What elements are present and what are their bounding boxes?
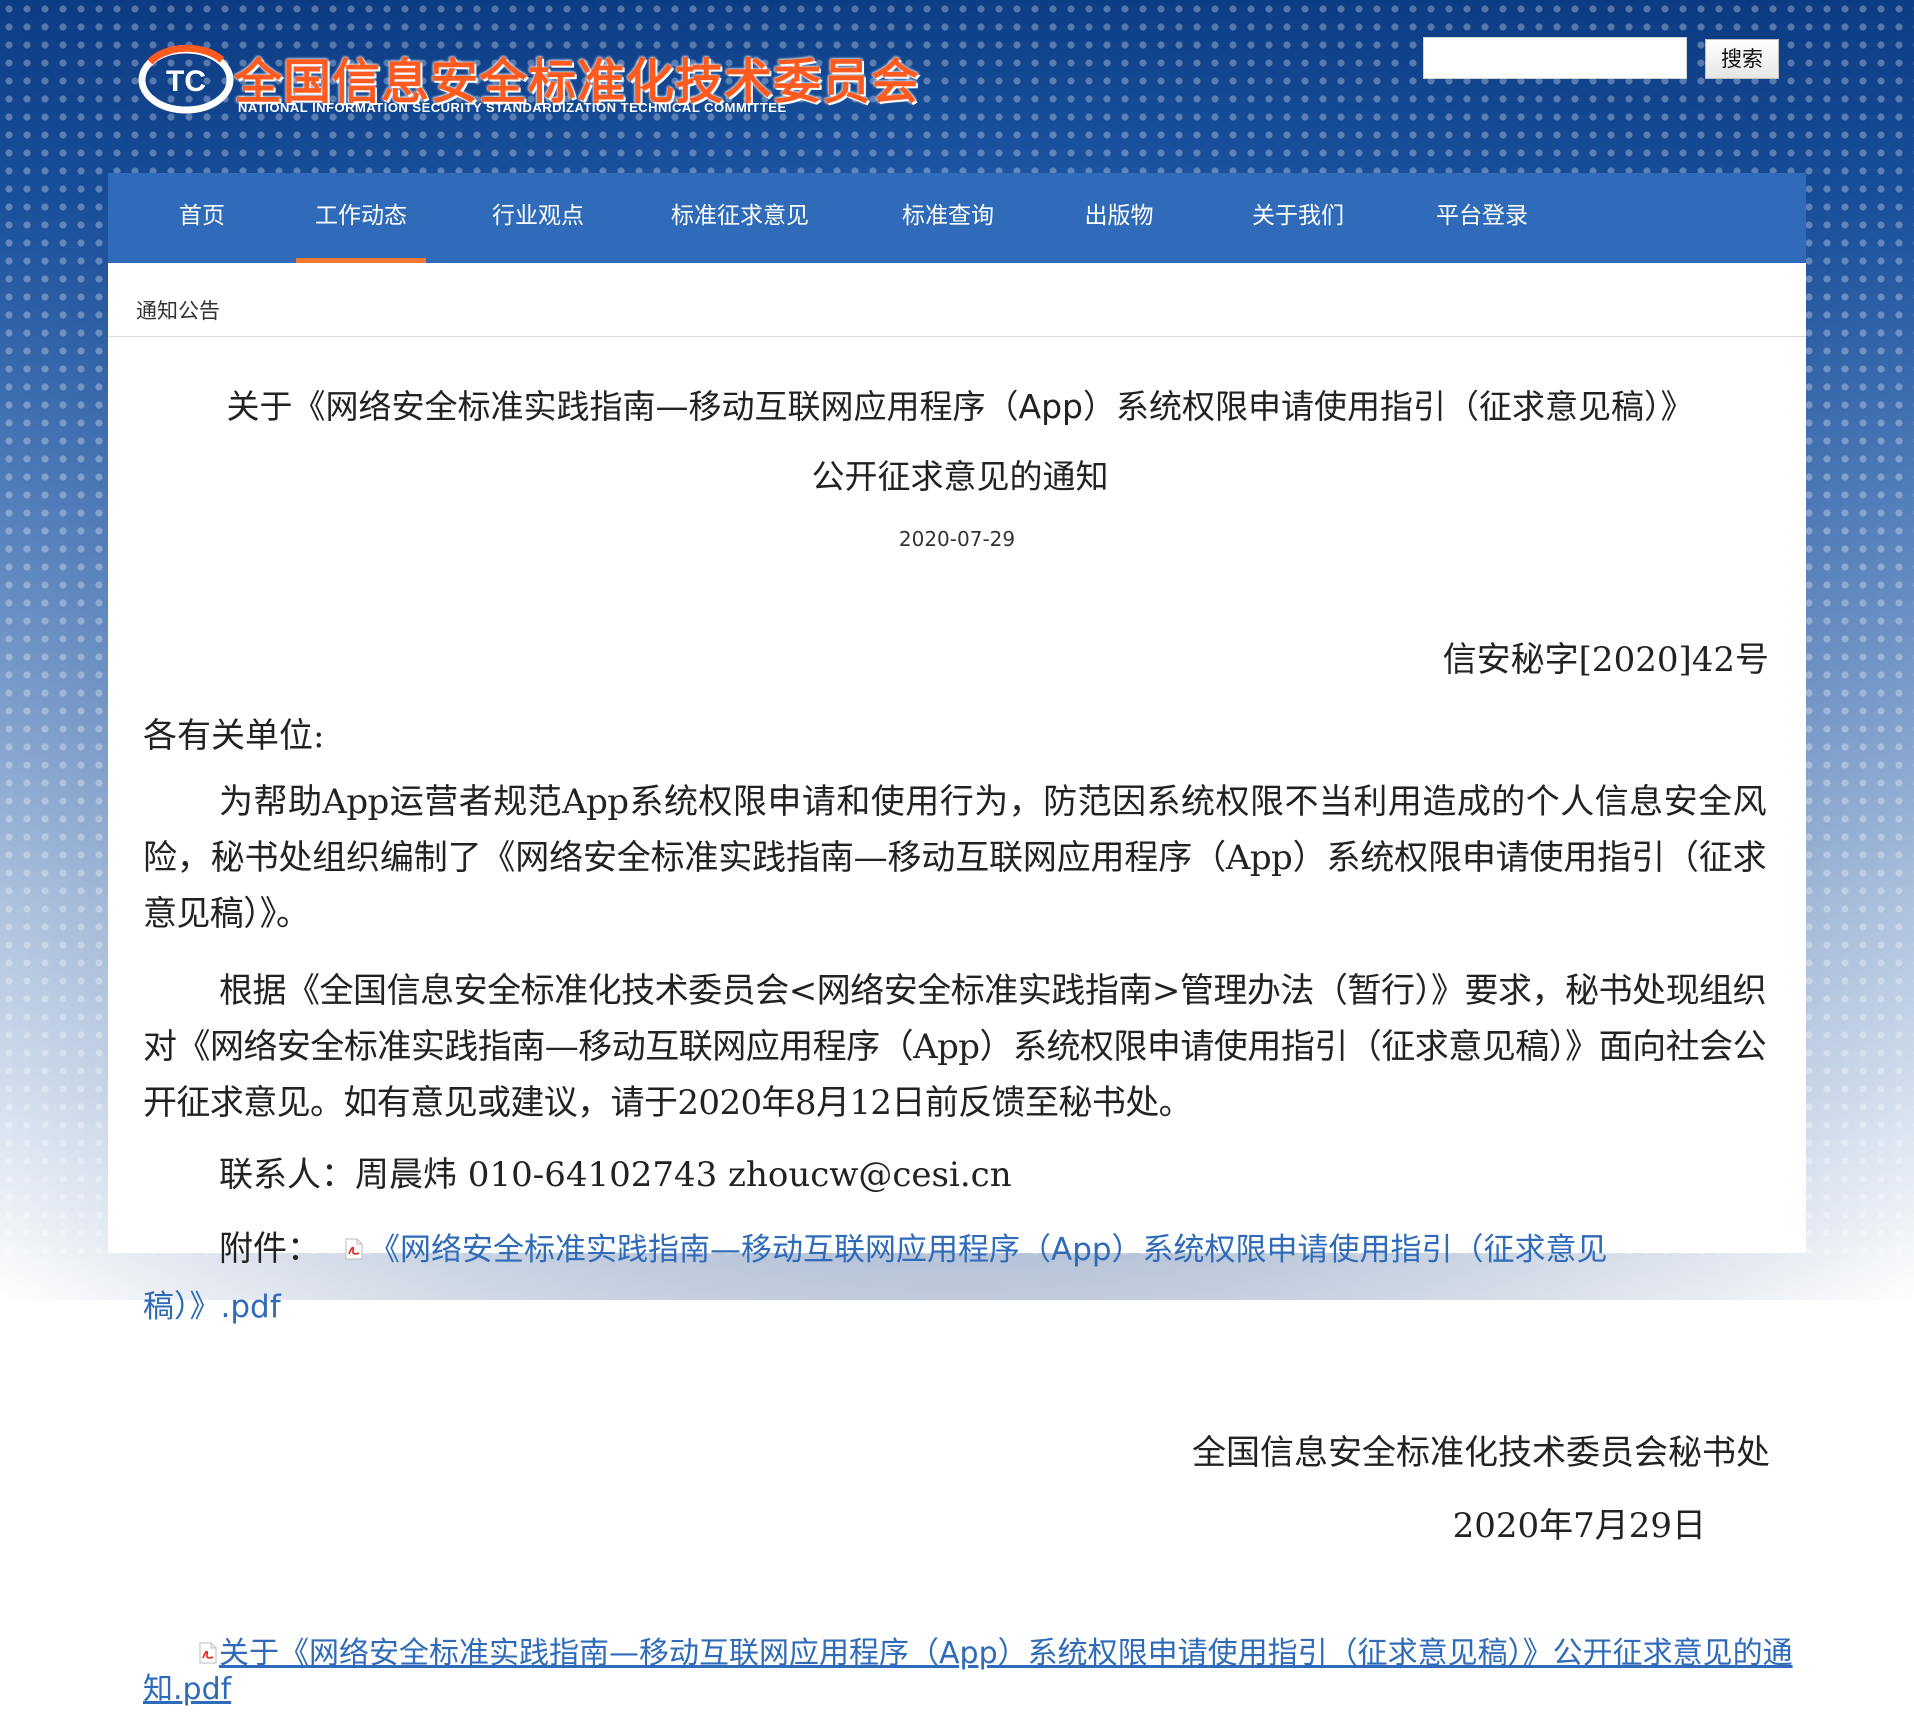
logo-mark-text: TC bbox=[166, 65, 206, 98]
breadcrumb-divider bbox=[108, 336, 1806, 337]
paragraph-1: 为帮助App运营者规范App系统权限申请和使用行为，防范因系统权限不当利用造成的… bbox=[143, 782, 1767, 934]
main-nav: 首页 工作动态 行业观点 标准征求意见 标准查询 出版物 关于我们 平台登录 bbox=[108, 173, 1806, 263]
pdf-file-icon bbox=[345, 1238, 363, 1260]
pdf-file-icon bbox=[199, 1642, 217, 1663]
attachment: 附件： 《网络安全标准实践指南—移动互联网应用程序（App）系统权限申请使用指引（… bbox=[143, 1221, 1663, 1335]
article-title-line2: 公开征求意见的通知 bbox=[811, 457, 1109, 496]
nav-item-standard-query[interactable]: 标准查询 bbox=[888, 173, 1008, 263]
site-logo[interactable]: TC 全国信息安全标准化技术委员会 NATIONAL INFORMATION S… bbox=[136, 40, 919, 120]
document-number: 信安秘字[2020]42号 bbox=[1442, 640, 1769, 680]
nav-item-platform-login[interactable]: 平台登录 bbox=[1422, 173, 1542, 263]
article-date: 2020-07-29 bbox=[898, 527, 1016, 551]
bottom-attachment-link[interactable]: 关于《网络安全标准实践指南—移动互联网应用程序（App）系统权限申请使用指引（征… bbox=[143, 1636, 1793, 1707]
logo-title-en: NATIONAL INFORMATION SECURITY STANDARDIZ… bbox=[238, 100, 787, 115]
nav-item-about-us[interactable]: 关于我们 bbox=[1238, 173, 1358, 263]
nav-item-publications[interactable]: 出版物 bbox=[1074, 173, 1164, 263]
search-input[interactable] bbox=[1423, 37, 1687, 79]
tc-logo-icon: TC bbox=[138, 44, 234, 114]
nav-item-industry-views[interactable]: 行业观点 bbox=[478, 173, 598, 263]
nav-item-work-news[interactable]: 工作动态 bbox=[296, 173, 426, 263]
signature-date: 2020年7月29日 bbox=[1452, 1506, 1706, 1546]
attachment-label: 附件： bbox=[219, 1229, 321, 1269]
bottom-attachment: 关于《网络安全标准实践指南—移动互联网应用程序（App）系统权限申请使用指引（征… bbox=[143, 1636, 1793, 1708]
search-button[interactable]: 搜索 bbox=[1705, 39, 1779, 79]
greeting: 各有关单位: bbox=[143, 716, 325, 756]
contact-info: 联系人：周晨炜 010-64102743 zhoucw@cesi.cn bbox=[219, 1155, 1012, 1195]
article-title: 关于《网络安全标准实践指南—移动互联网应用程序（App）系统权限申请使用指引（征… bbox=[140, 372, 1780, 512]
signature-organization: 全国信息安全标准化技术委员会秘书处 bbox=[1192, 1433, 1770, 1473]
article-title-line1: 关于《网络安全标准实践指南—移动互联网应用程序（App）系统权限申请使用指引（征… bbox=[226, 387, 1694, 426]
breadcrumb[interactable]: 通知公告 bbox=[136, 295, 220, 325]
nav-item-home[interactable]: 首页 bbox=[164, 173, 240, 263]
nav-item-standard-comments[interactable]: 标准征求意见 bbox=[660, 173, 820, 263]
paragraph-2: 根据《全国信息安全标准化技术委员会<网络安全标准实践指南>管理办法（暂行）》要求… bbox=[143, 971, 1767, 1123]
